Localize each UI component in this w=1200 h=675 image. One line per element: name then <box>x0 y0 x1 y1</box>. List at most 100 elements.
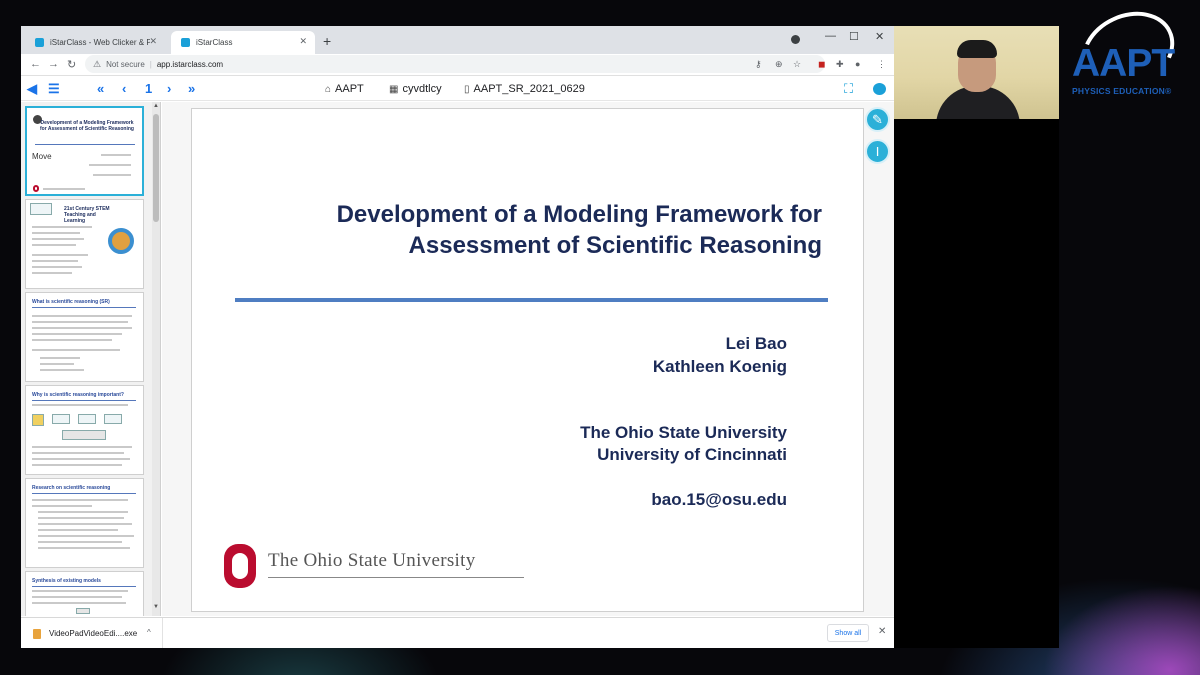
stem-diagram-icon <box>108 228 134 254</box>
security-label: Not secure <box>106 59 145 69</box>
osu-wordmark-underline <box>268 577 524 578</box>
scroll-down-icon[interactable]: ▼ <box>153 604 159 610</box>
thumbnail-text-line <box>32 446 132 448</box>
thumbnail-title: Why is scientific reasoning important? <box>32 392 124 398</box>
last-page-icon[interactable]: » <box>188 81 195 96</box>
thumbnail-slide-3[interactable]: What is scientific reasoning (SR) <box>25 292 144 382</box>
warning-icon: ⚠ <box>93 58 102 69</box>
puzzle-extension-icon[interactable]: ✚ <box>836 59 844 70</box>
thumbnail-rule <box>32 493 136 494</box>
thumbnail-text-line <box>40 357 80 359</box>
thumbnail-text-line <box>38 511 128 513</box>
tab-istarclass-web-clicker[interactable]: iStarClass - Web Clicker & Prese ✕ <box>25 31 165 54</box>
scrollbar-thumb[interactable] <box>153 114 159 222</box>
slide-title-line-1: Development of a Modeling Framework for <box>336 201 822 228</box>
tab-title: iStarClass <box>196 38 233 47</box>
slide-divider <box>235 298 828 302</box>
chat-icon[interactable] <box>873 83 886 95</box>
thumbnail-text-line <box>32 505 92 507</box>
thumbnail-text-line <box>38 547 130 549</box>
thumbnail-text-line <box>43 188 85 190</box>
thumbnail-text-line <box>32 333 122 335</box>
class-code-text: cyvdtlcy <box>402 83 442 95</box>
download-item[interactable]: VideoPadVideoEdi....exe ^ <box>21 618 163 648</box>
thumbnail-slide-6[interactable]: Synthesis of existing models <box>25 571 144 616</box>
class-code-label: ▦ cyvdtlcy <box>389 83 442 95</box>
affiliation-1: The Ohio State University <box>580 423 787 442</box>
thumbnail-title: Research on scientific reasoning <box>32 485 111 491</box>
osu-wordmark: The Ohio State University <box>268 550 476 572</box>
slide-thumbnails-panel: Development of a Modeling Framework for … <box>21 102 161 616</box>
forward-arrow-icon[interactable]: → <box>48 58 59 70</box>
maximize-icon[interactable]: ☐ <box>849 30 859 43</box>
new-tab-icon[interactable]: + <box>323 33 331 49</box>
presenter-hair <box>957 40 997 58</box>
institution-icon: ⌂ <box>325 83 332 95</box>
address-bar: ← → ↻ ⚠ Not secure | app.istarclass.com … <box>21 54 894 76</box>
profile-icon[interactable]: ● <box>855 59 860 69</box>
thumbnail-text-line <box>32 404 128 406</box>
show-all-button[interactable]: Show all <box>827 624 869 642</box>
document-icon: ▯ <box>464 83 470 95</box>
previous-page-icon[interactable]: ‹ <box>122 81 126 96</box>
organization-text: AAPT <box>335 83 364 95</box>
thumbnail-text-line <box>32 339 112 341</box>
webcam-feed <box>894 26 1059 119</box>
istarclass-favicon-icon <box>35 38 44 47</box>
next-page-icon[interactable]: › <box>167 81 171 96</box>
thumbnail-slide-5[interactable]: Research on scientific reasoning <box>25 478 144 568</box>
file-name-text: AAPT_SR_2021_0629 <box>473 83 585 95</box>
thumbnail-text-line <box>38 523 132 525</box>
tab-strip: iStarClass - Web Clicker & Prese ✕ iStar… <box>21 26 894 54</box>
app-toolbar: ◀ ☰ « ‹ 1 › » ⌂ AAPT ▦ cyvdtlcy ▯ AAPT_S… <box>21 77 894 101</box>
first-page-icon[interactable]: « <box>97 81 104 96</box>
thumbnail-rule <box>35 144 135 145</box>
thumbnail-text-line <box>32 458 130 460</box>
window-close-icon[interactable]: ✕ <box>875 30 884 43</box>
chevron-up-icon[interactable]: ^ <box>147 628 151 637</box>
osu-mini-logo <box>33 185 39 192</box>
thumbnail-rule <box>32 586 136 587</box>
thumbnail-text-line <box>32 272 72 274</box>
download-indicator-icon[interactable] <box>791 35 800 44</box>
thumbnail-text-line <box>32 266 82 268</box>
close-icon[interactable]: ✕ <box>149 36 157 47</box>
diagram-box <box>62 430 106 440</box>
close-downloads-icon[interactable]: ✕ <box>878 626 886 637</box>
thumbnail-text-line <box>38 541 122 543</box>
collapse-left-icon[interactable]: ◀ <box>27 81 37 97</box>
diagram-box <box>52 414 70 424</box>
thumbnail-text-line <box>32 244 76 246</box>
tab-istarclass[interactable]: iStarClass ✕ <box>171 31 315 54</box>
author-email: bao.15@osu.edu <box>651 490 787 509</box>
star-icon[interactable]: ☆ <box>793 59 801 70</box>
thumbnail-text-line <box>93 174 131 176</box>
thumbnail-text-line <box>38 529 118 531</box>
thumbnail-slide-2[interactable]: 21st Century STEM Teaching and Learning <box>25 199 144 289</box>
thumbnail-title: Development of a Modeling Framework for … <box>39 120 134 132</box>
close-icon[interactable]: ✕ <box>299 36 307 47</box>
url-text: app.istarclass.com <box>156 59 224 69</box>
thumbnail-text-line <box>32 349 120 351</box>
zoom-icon[interactable]: ⊕ <box>775 59 783 70</box>
thumbnail-slide-1[interactable]: Development of a Modeling Framework for … <box>25 106 144 196</box>
key-icon[interactable]: ⚷ <box>755 59 762 70</box>
thumbnail-text-line <box>40 369 84 371</box>
more-menu-icon[interactable]: ⋮ <box>877 59 886 70</box>
back-arrow-icon[interactable]: ← <box>30 58 41 70</box>
slide-title: Development of a Modeling Framework for … <box>252 199 822 261</box>
hamburger-menu-icon[interactable]: ☰ <box>48 81 60 97</box>
fullscreen-icon[interactable]: ⛶ <box>844 81 853 97</box>
thumbnail-title: Synthesis of existing models <box>32 578 101 584</box>
shield-extension-icon[interactable]: ◼ <box>818 59 825 70</box>
scroll-up-icon[interactable]: ▲ <box>153 103 159 109</box>
url-input[interactable]: ⚠ Not secure | app.istarclass.com <box>85 55 825 73</box>
reload-icon[interactable]: ↻ <box>67 58 76 71</box>
pen-tool-button[interactable]: ✎ <box>865 107 890 132</box>
thumbnail-slide-4[interactable]: Why is scientific reasoning important? <box>25 385 144 475</box>
minimize-icon[interactable]: — <box>825 30 836 42</box>
thumbnail-title: 21st Century STEM Teaching and Learning <box>64 206 110 224</box>
text-cursor-tool-button[interactable]: I <box>865 139 890 164</box>
osu-wordmark-text: The Ohio State University <box>268 550 476 571</box>
thumbnail-text-line <box>32 602 126 604</box>
